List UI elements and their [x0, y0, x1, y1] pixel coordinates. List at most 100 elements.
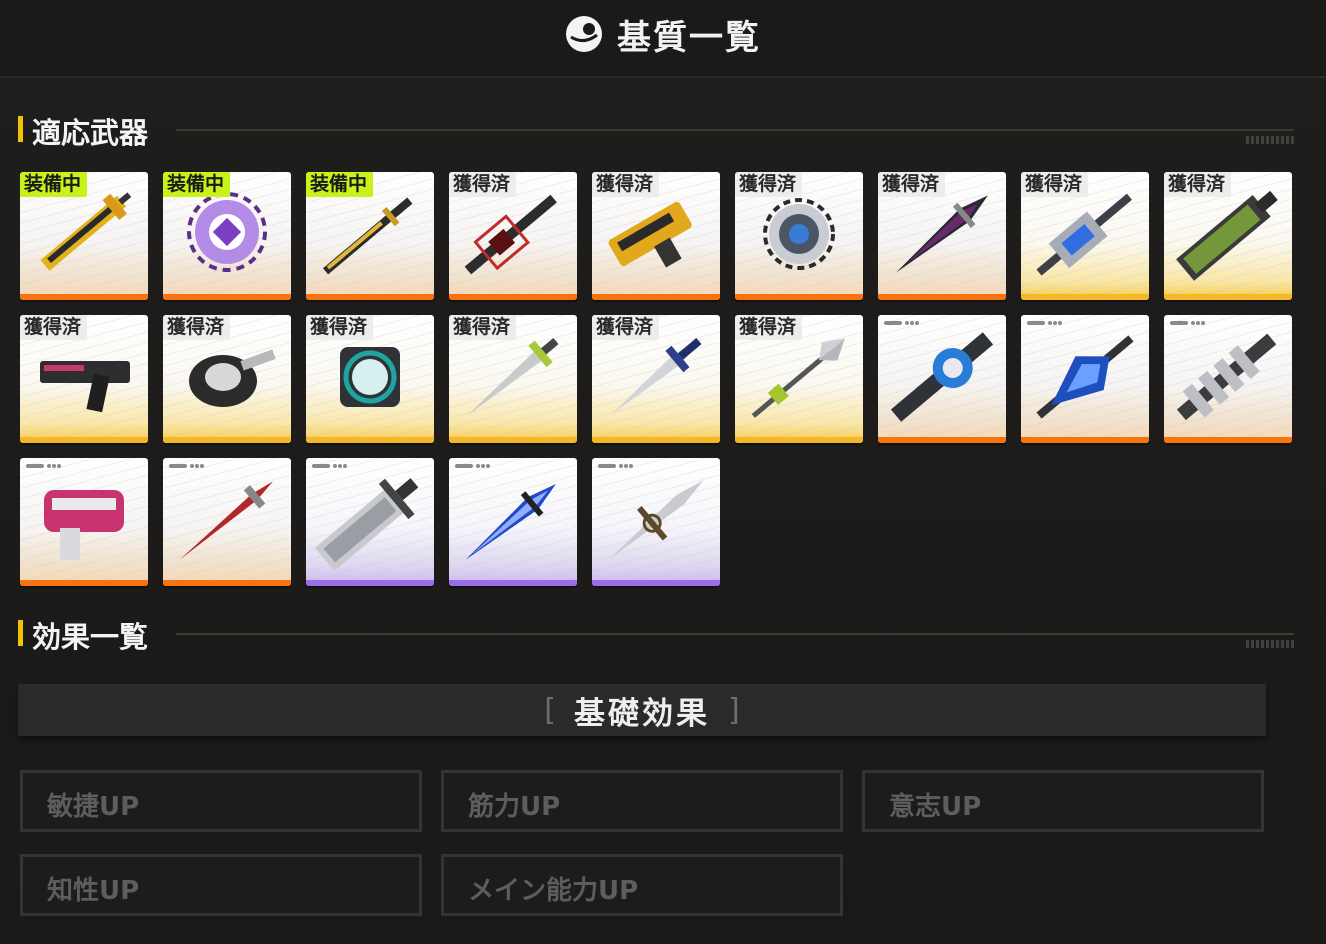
owned-badge: 獲得済	[306, 315, 374, 340]
locked-indicator-icon	[26, 464, 61, 469]
weapon-card[interactable]: 獲得済	[592, 315, 720, 443]
owned-badge: 獲得済	[878, 172, 946, 197]
effect-option-intellect[interactable]: 知性UP	[20, 854, 422, 916]
equipped-badge: 装備中	[20, 172, 88, 197]
section-title-weapons: 適応武器	[32, 116, 149, 150]
section-mark	[1246, 136, 1294, 144]
rarity-strip	[449, 580, 577, 586]
screen: 基質一覧 適応武器 装備中 装備中 装備中 獲得済 獲得済 獲得済 獲得済 獲得済 獲得済 獲得済…	[0, 0, 1326, 944]
rarity-strip	[163, 294, 291, 300]
locked-indicator-icon	[169, 464, 204, 469]
owned-badge: 獲得済	[1021, 172, 1089, 197]
weapon-card[interactable]	[1164, 315, 1292, 443]
weapon-card[interactable]	[163, 458, 291, 586]
rarity-strip	[163, 437, 291, 443]
effect-option-will[interactable]: 意志UP	[862, 770, 1264, 832]
weapon-card[interactable]	[20, 458, 148, 586]
equipped-badge: 装備中	[163, 172, 231, 197]
weapon-card[interactable]: 獲得済	[1021, 172, 1149, 300]
owned-badge: 獲得済	[449, 315, 517, 340]
effect-option-label: メイン能力UP	[468, 876, 639, 906]
chain-blade-grey-icon	[1176, 333, 1277, 421]
rarity-strip	[306, 294, 434, 300]
weapon-card[interactable]: 獲得済	[449, 172, 577, 300]
equipped-badge: 装備中	[306, 172, 374, 197]
sword-blue-icon	[465, 484, 556, 560]
locked-indicator-icon	[1170, 321, 1205, 326]
weapon-card[interactable]: 装備中	[163, 172, 291, 300]
section-accent	[18, 620, 23, 646]
effect-option-label: 意志UP	[889, 792, 982, 822]
locked-indicator-icon	[455, 464, 490, 469]
weapon-card[interactable]: 獲得済	[20, 315, 148, 443]
rarity-strip	[1021, 294, 1149, 300]
weapon-card[interactable]	[878, 315, 1006, 443]
weapon-card[interactable]: 獲得済	[735, 315, 863, 443]
effect-option-label: 知性UP	[47, 876, 140, 906]
weapon-card[interactable]: 獲得済	[306, 315, 434, 443]
owned-badge: 獲得済	[735, 315, 803, 340]
weapon-card[interactable]: 獲得済	[449, 315, 577, 443]
blaster-pink-icon	[44, 490, 124, 560]
title-bar: 基質一覧	[0, 0, 1326, 78]
section-divider	[176, 129, 1294, 131]
weapon-card[interactable]	[449, 458, 577, 586]
weapon-card[interactable]	[1021, 315, 1149, 443]
rarity-strip	[592, 437, 720, 443]
locked-indicator-icon	[884, 321, 919, 326]
orb-icon	[566, 16, 602, 52]
section-divider	[176, 633, 1294, 635]
weapon-card[interactable]: 獲得済	[1164, 172, 1292, 300]
greatsword-blue-dial-icon	[890, 332, 994, 422]
rarity-strip	[1164, 437, 1292, 443]
rarity-strip	[735, 294, 863, 300]
weapon-card[interactable]: 装備中	[306, 172, 434, 300]
crystal-sword-blue-icon	[1036, 335, 1134, 419]
rarity-strip	[1021, 437, 1149, 443]
weapon-card[interactable]: 獲得済	[735, 172, 863, 300]
owned-badge: 獲得済	[592, 172, 660, 197]
effect-category-label: 基礎効果	[574, 695, 710, 732]
section-header-weapons: 適応武器	[18, 112, 1294, 150]
page-title: 基質一覧	[617, 17, 761, 58]
weapon-card[interactable]	[592, 458, 720, 586]
rarity-strip	[449, 437, 577, 443]
rarity-strip	[592, 580, 720, 586]
locked-indicator-icon	[598, 464, 633, 469]
long-sword-red-icon	[179, 481, 273, 560]
broad-sword-steel-icon	[315, 478, 419, 571]
effect-option-strength[interactable]: 筋力UP	[441, 770, 843, 832]
rarity-strip	[592, 294, 720, 300]
weapon-card[interactable]	[306, 458, 434, 586]
rarity-strip	[306, 580, 434, 586]
effect-option-agility[interactable]: 敏捷UP	[20, 770, 422, 832]
rarity-strip	[163, 580, 291, 586]
section-accent	[18, 116, 23, 142]
rarity-strip	[20, 437, 148, 443]
effect-option-label: 筋力UP	[468, 792, 561, 822]
bracket-close: ]	[728, 692, 740, 728]
bracket-open: [	[544, 692, 556, 728]
owned-badge: 獲得済	[735, 172, 803, 197]
rarity-strip	[449, 294, 577, 300]
owned-badge: 獲得済	[449, 172, 517, 197]
rarity-strip	[20, 580, 148, 586]
weapon-card[interactable]: 獲得済	[592, 172, 720, 300]
section-mark	[1246, 640, 1294, 648]
weapon-card[interactable]: 獲得済	[878, 172, 1006, 300]
weapon-card[interactable]: 獲得済	[163, 315, 291, 443]
weapon-card[interactable]: 装備中	[20, 172, 148, 300]
section-title-effects: 効果一覧	[32, 620, 149, 654]
effect-option-label: 敏捷UP	[47, 792, 140, 822]
rarity-strip	[20, 294, 148, 300]
locked-indicator-icon	[1027, 321, 1062, 326]
rarity-strip	[306, 437, 434, 443]
owned-badge: 獲得済	[1164, 172, 1232, 197]
rarity-strip	[878, 294, 1006, 300]
locked-indicator-icon	[312, 464, 347, 469]
section-header-effects: 効果一覧	[18, 616, 1294, 654]
effect-option-main-stat[interactable]: メイン能力UP	[441, 854, 843, 916]
effect-category-header[interactable]: [ 基礎効果 ]	[18, 684, 1266, 736]
rarity-strip	[735, 437, 863, 443]
owned-badge: 獲得済	[20, 315, 88, 340]
